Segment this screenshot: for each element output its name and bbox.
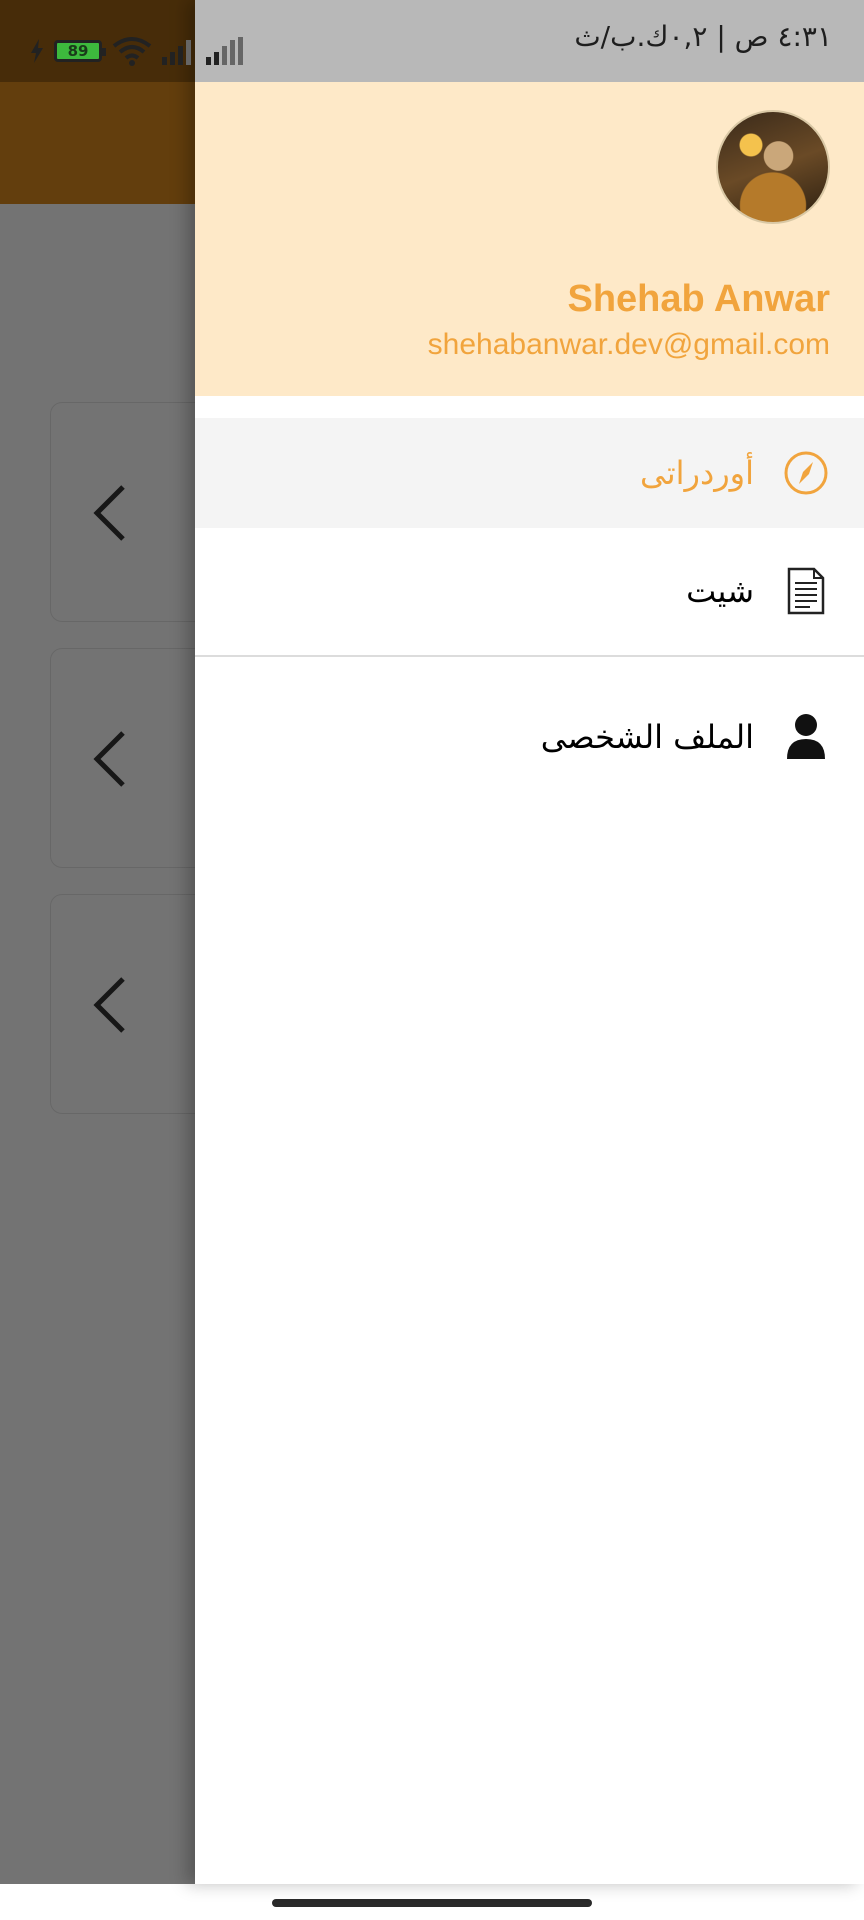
home-indicator[interactable] <box>272 1899 592 1907</box>
signal-icon-2 <box>206 37 243 65</box>
user-icon <box>782 713 830 761</box>
status-icons: 89 <box>30 34 246 68</box>
document-icon <box>782 567 830 615</box>
drawer-item-profile[interactable]: الملف الشخصى <box>195 682 864 792</box>
battery-icon: 89 <box>54 40 106 62</box>
avatar[interactable] <box>716 110 830 224</box>
drawer-item-label: أوردراتى <box>640 454 754 492</box>
drawer-item-sheet[interactable]: شيت <box>195 536 864 646</box>
charging-icon <box>31 39 43 63</box>
user-email: shehabanwar.dev@gmail.com <box>427 328 830 361</box>
user-name: Shehab Anwar <box>567 278 830 320</box>
drawer-header: Shehab Anwar shehabanwar.dev@gmail.com <box>195 82 864 396</box>
drawer-item-orders[interactable]: أوردراتى <box>195 418 864 528</box>
drawer-divider <box>195 655 864 657</box>
status-time: ٤:٣١ ص | ٠,٢ك.ب/ث <box>574 20 832 53</box>
status-bar: 89 ٤:٣١ ص | ٠,٢ك.ب/ث <box>0 0 864 82</box>
drawer-item-label: الملف الشخصى <box>540 718 754 756</box>
wifi-icon <box>112 37 152 66</box>
drawer-item-label: شيت <box>686 572 754 610</box>
signal-icon <box>162 40 191 65</box>
navigation-drawer: Shehab Anwar shehabanwar.dev@gmail.com أ… <box>195 0 864 1884</box>
compass-icon <box>782 449 830 497</box>
